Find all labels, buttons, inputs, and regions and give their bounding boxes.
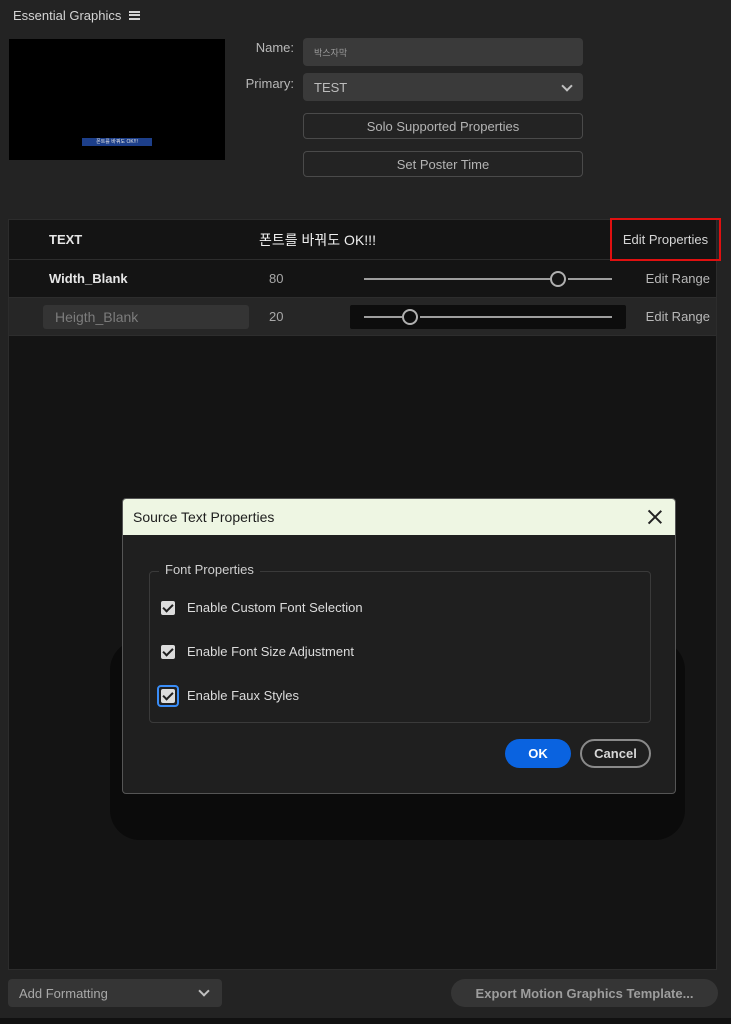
solo-supported-properties-button[interactable]: Solo Supported Properties	[303, 113, 583, 139]
slider-track	[568, 277, 612, 280]
property-row-height[interactable]: Heigth_Blank 20 Edit Range	[9, 298, 716, 336]
height-slider[interactable]	[350, 304, 626, 329]
edit-range-link[interactable]: Edit Range	[646, 271, 710, 286]
hamburger-menu-icon[interactable]	[129, 10, 141, 20]
property-name-input[interactable]: Heigth_Blank	[43, 304, 249, 329]
property-row-text[interactable]: TEXT 폰트를 바꿔도 OK!!! Edit Properties	[9, 218, 721, 261]
checkbox-checked-icon[interactable]	[161, 600, 175, 615]
property-name: Width_Blank	[49, 271, 128, 286]
preview-caption: 폰트를 바꿔도 OK!!!	[82, 138, 152, 146]
bottom-edge	[0, 1018, 731, 1024]
add-formatting-label: Add Formatting	[19, 985, 108, 1001]
primary-select[interactable]: TEST	[303, 73, 583, 101]
width-slider[interactable]	[350, 267, 626, 291]
name-label: Name:	[255, 40, 294, 55]
panel-header: Essential Graphics	[13, 6, 141, 24]
dialog-titlebar: Source Text Properties	[123, 499, 675, 535]
option-label: Enable Custom Font Selection	[187, 600, 363, 615]
close-icon[interactable]	[647, 509, 663, 525]
name-field[interactable]: 박스자막	[303, 38, 583, 66]
focus-ring	[157, 684, 179, 707]
edit-range-link[interactable]: Edit Range	[646, 309, 710, 324]
option-faux-styles[interactable]: Enable Faux Styles	[157, 684, 300, 707]
slider-track	[364, 315, 402, 318]
source-text-properties-dialog: Source Text Properties Font Properties E…	[122, 498, 676, 794]
property-name: TEXT	[49, 232, 83, 247]
slider-thumb[interactable]	[550, 270, 566, 287]
checkbox-checked-icon[interactable]	[157, 684, 179, 707]
panel-title: Essential Graphics	[13, 7, 122, 23]
property-row-width[interactable]: Width_Blank 80 Edit Range	[9, 260, 716, 298]
set-poster-time-button[interactable]: Set Poster Time	[303, 151, 583, 177]
edit-properties-link[interactable]: Edit Properties	[610, 218, 721, 261]
checkbox-checked-icon[interactable]	[161, 644, 175, 659]
slider-track	[420, 315, 612, 318]
add-formatting-dropdown[interactable]: Add Formatting	[8, 979, 222, 1007]
font-properties-group: Font Properties Enable Custom Font Selec…	[149, 562, 651, 723]
slider-thumb[interactable]	[402, 308, 418, 325]
cancel-button[interactable]: Cancel	[580, 739, 651, 768]
graphics-preview: 폰트를 바꿔도 OK!!!	[9, 39, 225, 160]
option-font-size[interactable]: Enable Font Size Adjustment	[161, 644, 354, 659]
primary-select-value: TEST	[314, 79, 348, 95]
ok-button[interactable]: OK	[505, 739, 571, 768]
bottom-bar: Add Formatting Export Motion Graphics Te…	[0, 972, 731, 1024]
option-label: Enable Font Size Adjustment	[187, 644, 354, 659]
option-custom-font[interactable]: Enable Custom Font Selection	[161, 600, 363, 615]
slider-track	[364, 277, 550, 280]
chevron-down-icon	[198, 985, 210, 997]
export-motion-graphics-template-button[interactable]: Export Motion Graphics Template...	[451, 979, 718, 1007]
property-value[interactable]: 80	[269, 271, 283, 286]
primary-label: Primary:	[245, 76, 294, 91]
chevron-down-icon	[561, 80, 573, 92]
property-value[interactable]: 20	[269, 309, 283, 324]
group-label: Font Properties	[159, 562, 260, 577]
option-label: Enable Faux Styles	[187, 688, 300, 703]
dialog-title: Source Text Properties	[133, 509, 275, 525]
property-text-value[interactable]: 폰트를 바꿔도 OK!!!	[259, 230, 376, 250]
